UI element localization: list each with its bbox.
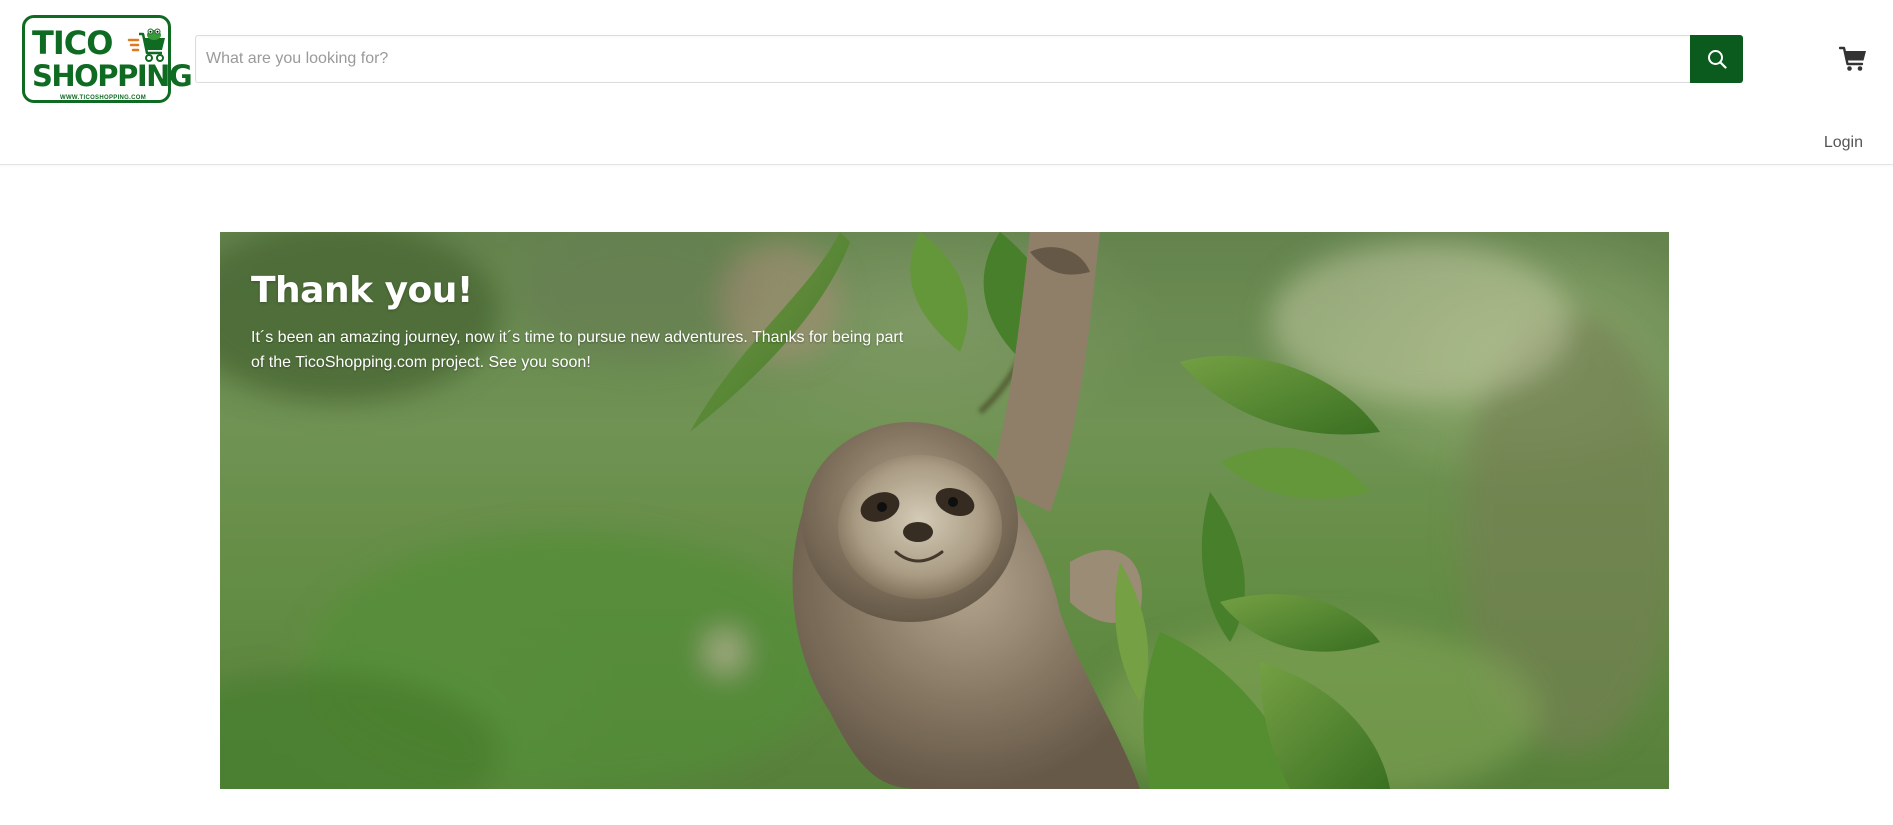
logo-cart-icon: [127, 28, 165, 62]
logo-text-shopping: SHOPPING: [32, 59, 193, 93]
search-form: [195, 35, 1743, 83]
login-link[interactable]: Login: [1824, 134, 1863, 152]
cart-button[interactable]: [1838, 44, 1868, 74]
cart-icon: [1839, 46, 1866, 71]
hero-title: Thank you!: [251, 270, 473, 311]
logo-text-tico: TICO: [32, 24, 113, 62]
logo-url-text: WWW.TICOSHOPPING.COM: [60, 95, 146, 101]
site-header: TICO SHOPPING WWW.TICOSHOPPING.COM What …: [0, 0, 1893, 165]
search-icon: [1707, 50, 1727, 69]
hero-text-block: Thank you! It´s been an amazing journey,…: [251, 270, 911, 375]
hero-banner: Thank you! It´s been an amazing journey,…: [220, 232, 1669, 789]
search-input[interactable]: [195, 35, 1690, 83]
site-logo[interactable]: TICO SHOPPING WWW.TICOSHOPPING.COM: [22, 15, 193, 103]
hero-body-text: It´s been an amazing journey, now it´s t…: [251, 329, 904, 371]
search-button[interactable]: [1690, 35, 1743, 83]
